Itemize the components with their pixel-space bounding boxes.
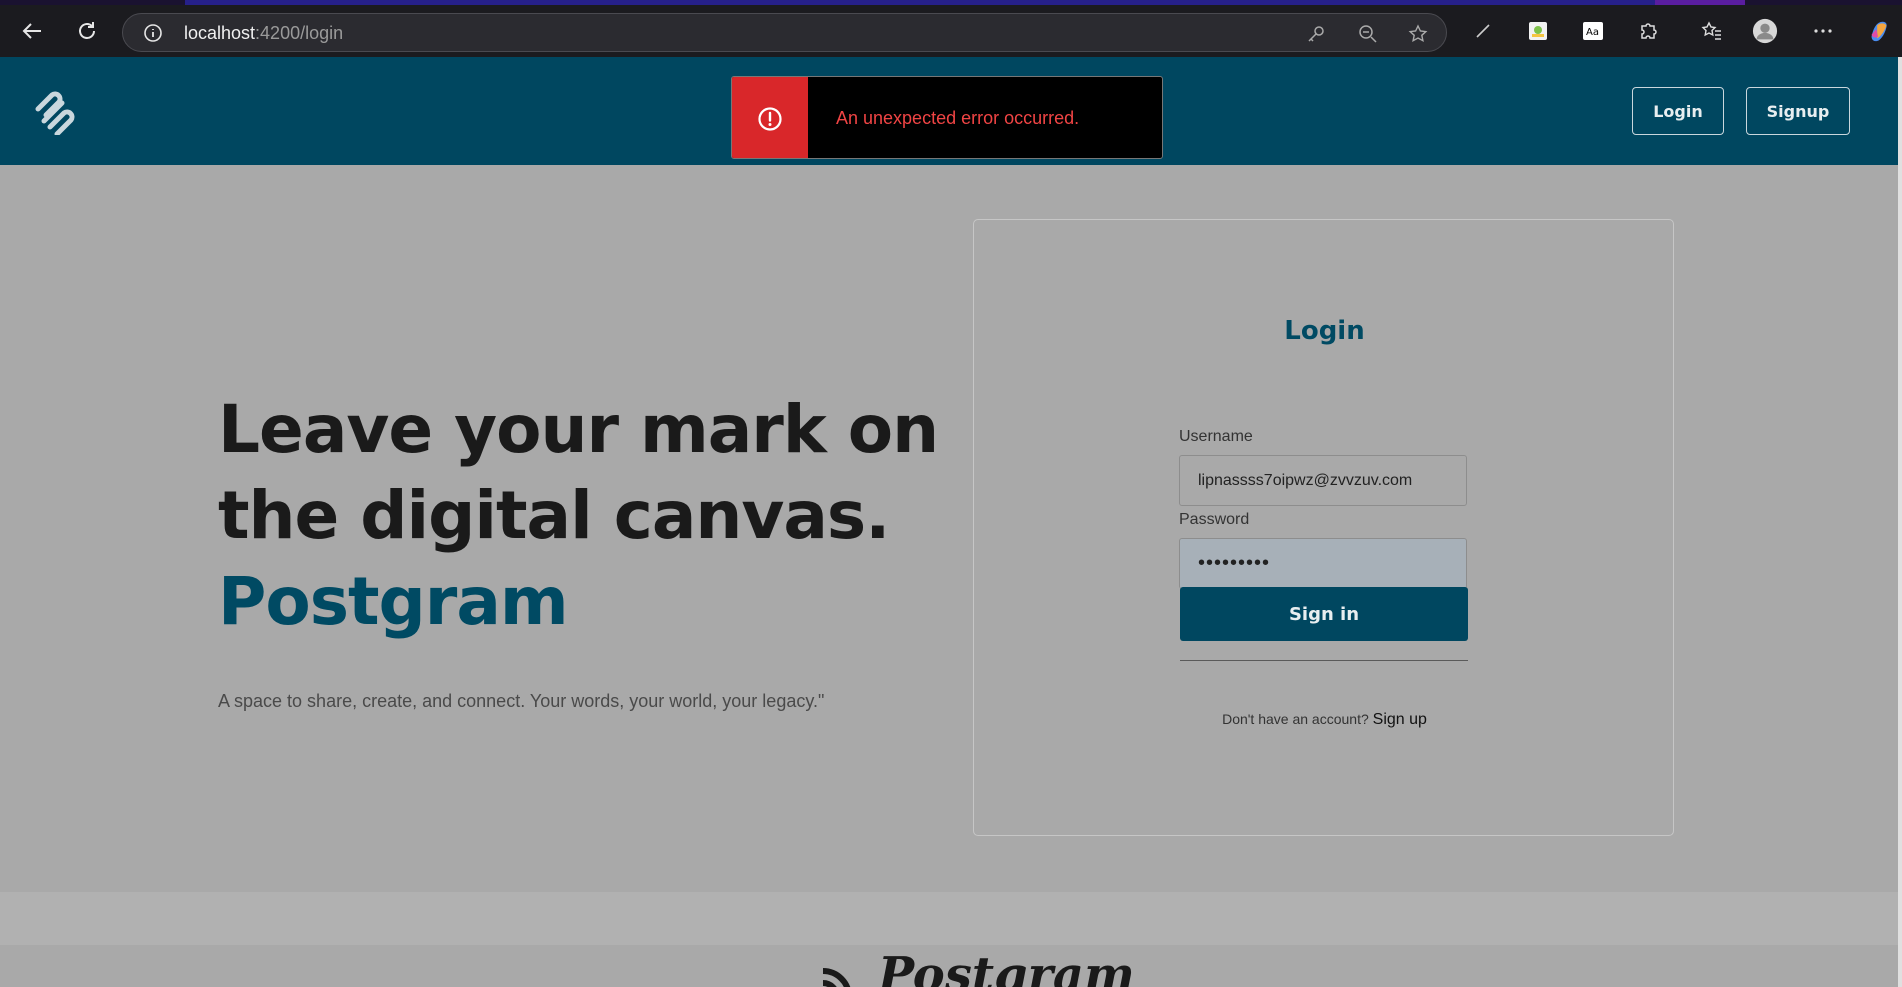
back-icon[interactable] (15, 14, 49, 48)
header-signup-button[interactable]: Signup (1746, 87, 1850, 135)
extensions-puzzle-icon[interactable] (1635, 18, 1661, 44)
favorite-star-icon[interactable] (1408, 24, 1428, 44)
error-toast[interactable]: An unexpected error occurred. (731, 76, 1163, 159)
password-input[interactable] (1179, 538, 1467, 589)
hero-heading: Leave your mark on the digital canvas. P… (218, 387, 939, 645)
favorites-icon[interactable] (1698, 18, 1724, 44)
scrollbar[interactable] (1898, 57, 1902, 987)
more-options-icon[interactable] (1810, 18, 1836, 44)
pen-icon[interactable] (1470, 18, 1496, 44)
svg-text:Aa: Aa (1586, 27, 1599, 38)
login-card: Login Username Password Sign in Don't ha… (973, 219, 1674, 836)
error-alert-icon (758, 106, 782, 131)
footer-logo-icon (822, 968, 851, 987)
toast-icon-container (732, 77, 808, 158)
footer-brand: Postgram (878, 947, 1135, 987)
username-input[interactable] (1179, 455, 1467, 506)
main-content: Leave your mark on the digital canvas. P… (0, 165, 1898, 892)
header-login-button[interactable]: Login (1632, 87, 1724, 135)
footer: Postgram (0, 945, 1898, 987)
avatar[interactable] (1752, 18, 1778, 44)
extension-image-icon[interactable] (1525, 18, 1551, 44)
login-title: Login (1284, 316, 1365, 346)
reader-icon[interactable]: Aa (1580, 18, 1606, 44)
hero-line-1: Leave your mark on (218, 391, 939, 468)
no-account-text: Don't have an account? (1222, 711, 1369, 727)
app-logo-icon[interactable] (30, 87, 78, 135)
tab-strip (0, 0, 1902, 5)
hero-brand: Postgram (218, 563, 569, 640)
copilot-icon[interactable] (1866, 18, 1892, 44)
hero-line-2: the digital canvas. (218, 477, 890, 554)
url-text[interactable]: localhost:4200/login (184, 23, 343, 44)
footer-strip (0, 892, 1898, 945)
hero-subtitle: A space to share, create, and connect. Y… (218, 691, 825, 711)
sign-up-link[interactable]: Sign up (1373, 711, 1427, 728)
info-icon[interactable] (143, 23, 163, 43)
refresh-icon[interactable] (70, 14, 104, 48)
signup-prompt: Don't have an account? Sign up (974, 711, 1675, 729)
zoom-out-icon[interactable] (1358, 24, 1378, 44)
divider (1180, 660, 1468, 661)
toast-message: An unexpected error occurred. (836, 108, 1080, 128)
password-label: Password (1179, 511, 1250, 528)
username-label: Username (1179, 428, 1253, 445)
browser-toolbar: localhost:4200/login Aa (0, 0, 1902, 57)
address-bar[interactable]: localhost:4200/login (122, 13, 1447, 52)
sign-in-button[interactable]: Sign in (1180, 587, 1468, 641)
key-icon[interactable] (1306, 24, 1326, 44)
